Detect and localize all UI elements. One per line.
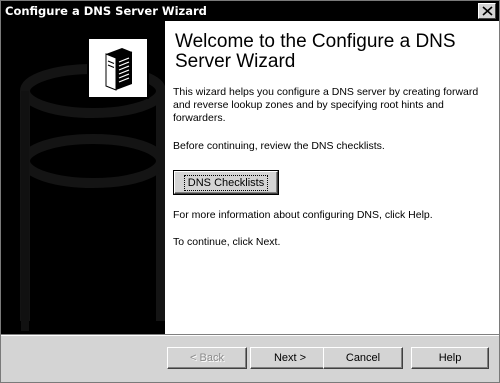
back-button[interactable]: < Back xyxy=(167,347,247,369)
intro-text: This wizard helps you configure a DNS se… xyxy=(173,86,479,124)
server-tower-icon xyxy=(105,48,133,91)
close-button[interactable] xyxy=(478,3,496,19)
title-bar: Configure a DNS Server Wizard xyxy=(1,1,499,21)
wizard-side-panel xyxy=(1,21,165,334)
next-label: Next > xyxy=(273,352,307,364)
help-label: Help xyxy=(438,352,462,364)
back-label: < Back xyxy=(190,352,224,364)
wizard-window: Configure a DNS Server Wizard Welcome to… xyxy=(0,0,500,383)
help-button[interactable]: Help xyxy=(411,347,489,369)
review-text: Before continuing, review the DNS checkl… xyxy=(173,140,385,152)
cancel-label: Cancel xyxy=(345,352,381,364)
help-info-text: For more information about configuring D… xyxy=(173,209,433,221)
close-icon xyxy=(482,6,493,16)
cancel-button[interactable]: Cancel xyxy=(323,347,403,369)
continue-text: To continue, click Next. xyxy=(173,236,281,248)
dns-checklists-button[interactable]: DNS Checklists xyxy=(173,170,279,195)
server-logo xyxy=(87,37,149,99)
dns-checklists-label: DNS Checklists xyxy=(183,174,269,191)
window-title: Configure a DNS Server Wizard xyxy=(5,4,207,18)
wizard-content: Welcome to the Configure a DNS Server Wi… xyxy=(165,21,499,334)
next-button[interactable]: Next > xyxy=(250,347,330,369)
page-title: Welcome to the Configure a DNS Server Wi… xyxy=(175,31,456,72)
footer-separator xyxy=(1,334,499,336)
